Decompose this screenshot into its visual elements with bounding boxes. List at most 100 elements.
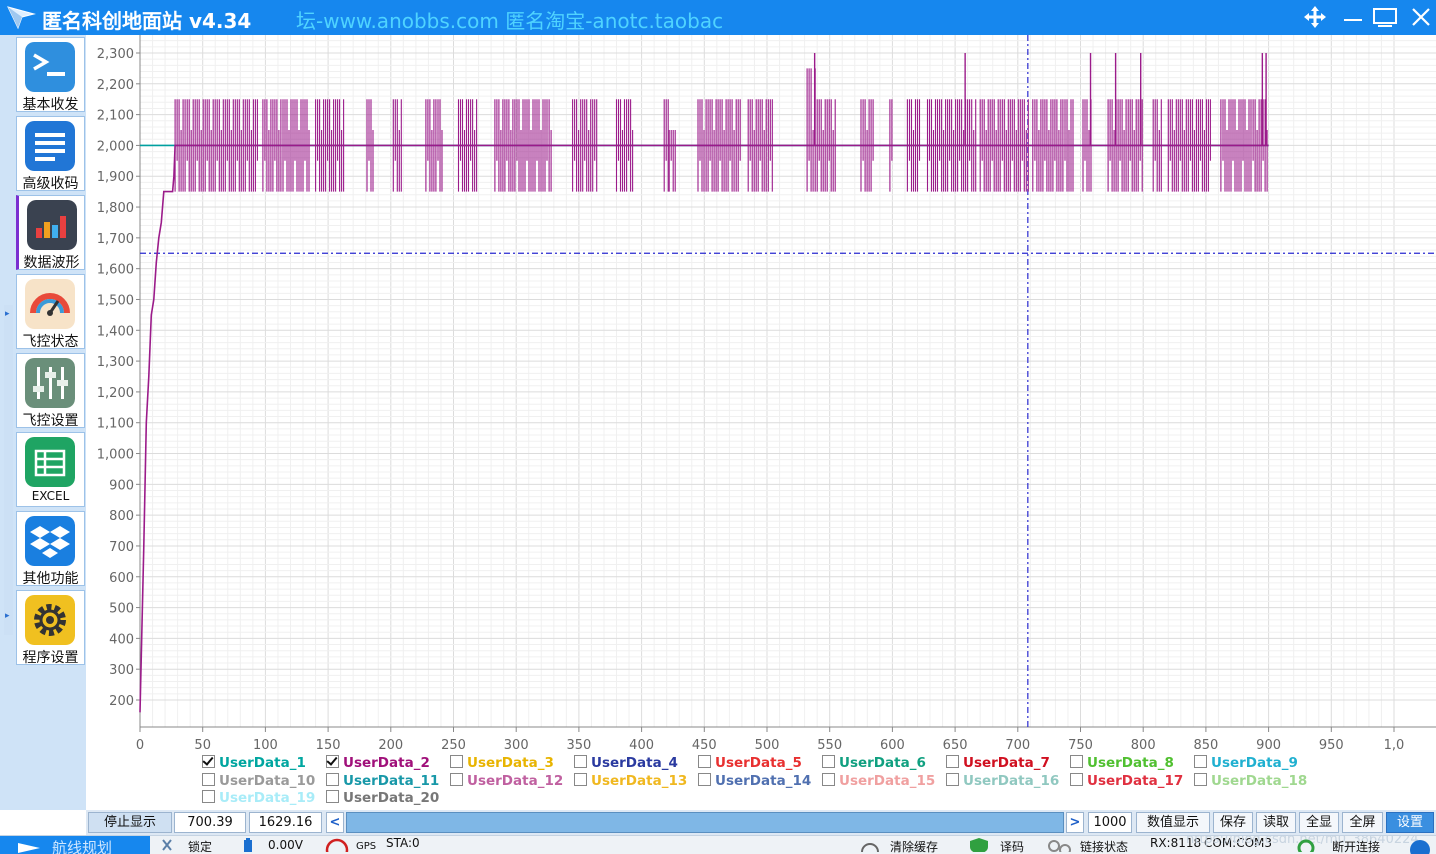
- fullscreen-button[interactable]: 全屏: [1342, 812, 1383, 833]
- y-tick-label: 400: [109, 632, 134, 647]
- legend-item[interactable]: UserData_19: [202, 790, 315, 806]
- legend-item[interactable]: UserData_14: [698, 773, 811, 789]
- route-plan-tab[interactable]: 航线规划: [0, 836, 150, 854]
- legend-checkbox[interactable]: [1070, 773, 1083, 786]
- legend-item[interactable]: UserData_8: [1070, 755, 1174, 771]
- legend-checkbox[interactable]: [946, 773, 959, 786]
- legend-checkbox[interactable]: [574, 755, 587, 768]
- expand-arrow-icon: ▸: [5, 611, 10, 621]
- sidebar-item-excel[interactable]: EXCEL: [16, 432, 85, 507]
- legend-checkbox[interactable]: [202, 790, 215, 803]
- spreadsheet-icon: [25, 437, 75, 487]
- sidebar-item-basic-transceive[interactable]: 基本收发: [16, 37, 85, 113]
- value-display-button[interactable]: 数值显示: [1136, 812, 1210, 833]
- legend-checkbox[interactable]: [822, 773, 835, 786]
- legend-item[interactable]: UserData_17: [1070, 773, 1183, 789]
- sidebar-item-label: 数据波形: [23, 255, 80, 271]
- legend-item[interactable]: UserData_11: [326, 773, 439, 789]
- x-tick-label: 700: [1005, 738, 1030, 753]
- legend-checkbox[interactable]: [326, 755, 339, 768]
- x-tick-label: 550: [817, 738, 842, 753]
- sidebar-collapse-strip[interactable]: ▸ ▸: [4, 305, 13, 635]
- legend-item[interactable]: UserData_12: [450, 773, 563, 789]
- legend-item[interactable]: UserData_20: [326, 790, 439, 806]
- legend-item[interactable]: UserData_7: [946, 755, 1050, 771]
- legend-item[interactable]: UserData_1: [202, 755, 306, 771]
- show-all-button[interactable]: 全显: [1299, 812, 1339, 833]
- legend-item[interactable]: UserData_16: [946, 773, 1059, 789]
- decode-button[interactable]: 译码: [1000, 838, 1024, 854]
- legend-checkbox[interactable]: [450, 773, 463, 786]
- voltage-readout: 0.00V: [268, 838, 303, 852]
- settings-button[interactable]: 设置: [1386, 812, 1434, 833]
- sidebar-item-program-settings[interactable]: 程序设置: [16, 590, 85, 666]
- legend-checkbox[interactable]: [574, 773, 587, 786]
- gps-icon: [325, 838, 349, 852]
- series-noise-band: [315, 99, 345, 192]
- chart-control-bar: 停止显示 700.39 1629.16 < > 1000 数值显示 保存 读取 …: [86, 810, 1436, 835]
- help-icon[interactable]: [1408, 838, 1432, 854]
- stop-display-button[interactable]: 停止显示: [88, 812, 172, 833]
- legend-item[interactable]: UserData_3: [450, 755, 554, 771]
- move-icon[interactable]: [1302, 5, 1328, 29]
- legend-item[interactable]: UserData_13: [574, 773, 687, 789]
- x-tick-label: 0: [136, 738, 144, 753]
- sidebar-item-data-waveform[interactable]: 数据波形: [16, 195, 85, 271]
- legend-checkbox[interactable]: [1070, 755, 1083, 768]
- legend-checkbox[interactable]: [326, 790, 339, 803]
- sidebar-item-flight-status[interactable]: 飞控状态: [16, 274, 85, 350]
- legend-item[interactable]: UserData_4: [574, 755, 678, 771]
- legend-checkbox[interactable]: [326, 773, 339, 786]
- waveform-chart[interactable]: 2003004005006007008009001,0001,1001,2001…: [86, 35, 1436, 755]
- legend-label: UserData_11: [343, 773, 440, 789]
- legend-checkbox[interactable]: [202, 773, 215, 786]
- legend-item[interactable]: UserData_5: [698, 755, 802, 771]
- legend-checkbox[interactable]: [698, 773, 711, 786]
- legend-checkbox[interactable]: [822, 755, 835, 768]
- x-tick-label: 950: [1319, 738, 1344, 753]
- shield-icon: [970, 838, 988, 852]
- legend-checkbox[interactable]: [1194, 773, 1207, 786]
- save-button[interactable]: 保存: [1213, 812, 1253, 833]
- legend-item[interactable]: UserData_6: [822, 755, 926, 771]
- legend-item[interactable]: UserData_2: [326, 755, 430, 771]
- legend-item[interactable]: UserData_18: [1194, 773, 1307, 789]
- scroll-left-button[interactable]: <: [326, 812, 344, 833]
- legend-checkbox[interactable]: [946, 755, 959, 768]
- gauge-icon: [25, 279, 75, 329]
- legend-item[interactable]: UserData_9: [1194, 755, 1298, 771]
- sidebar-item-label: EXCEL: [31, 489, 70, 503]
- x-tick-label: 850: [1193, 738, 1218, 753]
- disconnect-button[interactable]: 断开连接: [1332, 838, 1380, 854]
- legend-checkbox[interactable]: [202, 755, 215, 768]
- legend-item[interactable]: UserData_10: [202, 773, 315, 789]
- scroll-right-button[interactable]: >: [1066, 812, 1084, 833]
- points-field[interactable]: 1000: [1088, 812, 1132, 833]
- legend-checkbox[interactable]: [450, 755, 463, 768]
- minimize-icon[interactable]: [1340, 5, 1366, 29]
- clear-cache-button[interactable]: 清除缓存: [890, 838, 938, 854]
- legend-label: UserData_15: [839, 773, 936, 789]
- cursor-y-readout: 1629.16: [249, 812, 322, 833]
- read-button[interactable]: 读取: [1256, 812, 1296, 833]
- maximize-icon[interactable]: [1372, 5, 1398, 29]
- cursor-x-readout: 700.39: [174, 812, 246, 833]
- y-tick-label: 2,000: [97, 139, 134, 154]
- legend-checkbox[interactable]: [698, 755, 711, 768]
- horizontal-scrollbar[interactable]: [346, 812, 1064, 833]
- x-tick-label: 100: [253, 738, 278, 753]
- sidebar-item-other-functions[interactable]: 其他功能: [16, 511, 85, 587]
- sidebar-item-advanced-receive[interactable]: 高级收码: [16, 116, 85, 192]
- lock-status: 锁定: [188, 840, 213, 854]
- sidebar-item-flight-settings[interactable]: 飞控设置: [16, 353, 85, 429]
- sidebar-item-label: 飞控状态: [22, 334, 79, 350]
- x-tick-label: 500: [755, 738, 780, 753]
- sidebar-item-label: 基本收发: [22, 97, 79, 113]
- legend-item[interactable]: UserData_15: [822, 773, 935, 789]
- close-icon[interactable]: [1408, 5, 1434, 29]
- legend-label: UserData_14: [715, 773, 812, 789]
- waveform-chart-panel[interactable]: 200 300 400 500 600 700 800 900 1,000 1,100 1,200 1…: [86, 35, 1436, 806]
- legend-checkbox[interactable]: [1194, 755, 1207, 768]
- dropbox-icon: [25, 516, 75, 566]
- sliders-icon: [25, 358, 75, 408]
